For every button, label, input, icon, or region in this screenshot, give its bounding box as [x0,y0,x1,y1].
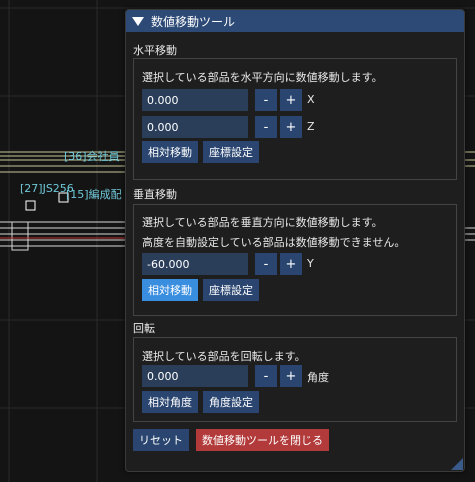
reset-button[interactable]: リセット [133,429,189,451]
numeric-move-tool-window: 数値移動ツール 水平移動 選択している部品を水平方向に数値移動します。 - + … [125,9,465,472]
y-axis-label: Y [307,257,314,270]
horizontal-coordinate-set-button[interactable]: 座標設定 [203,141,259,163]
horizontal-group: 選択している部品を水平方向に数値移動します。 - + X - + Z 相対移動 … [133,58,457,180]
horizontal-relative-move-button[interactable]: 相対移動 [142,141,198,163]
z-increment-button[interactable]: + [280,116,302,138]
angle-label: 角度 [307,371,329,384]
canvas-label[interactable]: [36]会社員 [64,148,120,164]
x-decrement-button[interactable]: - [255,89,277,111]
window-titlebar[interactable]: 数値移動ツール [126,10,464,32]
vertical-note: 高度を自動設定している部品は数値移動できません。 [142,236,406,249]
horizontal-description: 選択している部品を水平方向に数値移動します。 [142,71,383,84]
relative-angle-button[interactable]: 相対角度 [142,391,198,413]
z-decrement-button[interactable]: - [255,116,277,138]
y-decrement-button[interactable]: - [255,253,277,275]
canvas-label[interactable]: [15]編成配 [66,186,122,202]
y-increment-button[interactable]: + [280,253,302,275]
rotation-group: 選択している部品を回転します。 - + 角度 相対角度 角度設定 [133,337,457,422]
x-value-input[interactable] [142,89,248,111]
angle-decrement-button[interactable]: - [255,365,277,387]
z-value-input[interactable] [142,116,248,138]
vertical-coordinate-set-button[interactable]: 座標設定 [203,279,259,301]
vertical-section-title: 垂直移動 [133,188,177,201]
rotation-description: 選択している部品を回転します。 [142,350,306,363]
vertical-group: 選択している部品を垂直方向に数値移動します。 高度を自動設定している部品は数値移… [133,204,457,316]
x-axis-label: X [307,93,315,106]
resize-grip-icon[interactable] [451,458,463,470]
x-increment-button[interactable]: + [280,89,302,111]
angle-value-input[interactable] [142,365,248,387]
z-axis-label: Z [307,120,315,133]
triangle-down-icon[interactable] [132,16,144,26]
vertical-description: 選択している部品を垂直方向に数値移動します。 [142,216,383,229]
horizontal-section-title: 水平移動 [133,44,177,57]
vertical-relative-move-button[interactable]: 相対移動 [142,279,198,301]
angle-set-button[interactable]: 角度設定 [203,391,259,413]
close-tool-button[interactable]: 数値移動ツールを閉じる [196,429,329,451]
window-title: 数値移動ツール [151,14,236,29]
angle-increment-button[interactable]: + [280,365,302,387]
rotation-section-title: 回転 [133,322,155,335]
y-value-input[interactable] [142,253,248,275]
